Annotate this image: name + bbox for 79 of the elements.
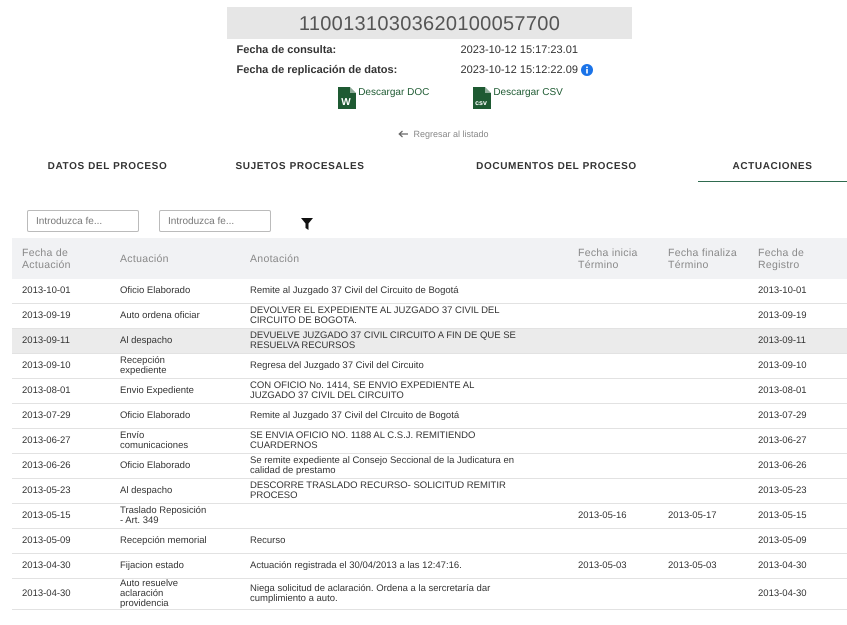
- info-value: 2023-10-12 15:12:22.09: [460, 64, 578, 76]
- table-cell: Actuación registrada el 30/04/2013 a las 12:47:16.: [250, 560, 462, 571]
- back-link[interactable]: Regresar al listado: [413, 129, 489, 139]
- table-cell: Se remite expediente al Consejo Seccional de la Judicatura en calidad de prestamo: [250, 455, 514, 476]
- table-cell: 2013-10-01: [22, 285, 71, 296]
- column-header: Fecha finaliza Término: [658, 238, 748, 279]
- table-cell: 2013-09-19: [22, 310, 71, 321]
- table-cell: 2013-08-01: [22, 385, 71, 396]
- table-cell: 2013-05-03: [668, 560, 717, 571]
- table-cell: 2013-05-23: [22, 485, 71, 496]
- download-link[interactable]: Descargar DOC: [358, 87, 430, 98]
- table-cell: Recurso: [250, 535, 286, 546]
- table-cell: 2013-06-27: [758, 435, 807, 446]
- table-cell: Oficio Elaborado: [120, 410, 190, 421]
- table-cell: Remite al Juzgado 37 Civil del Circuito de Bogotá: [250, 285, 459, 296]
- table-cell: Regresa del Juzgado 37 Civil del Circuito: [250, 360, 424, 371]
- table-cell: Traslado Reposición - Art. 349: [120, 505, 206, 526]
- date-filter-field[interactable]: Introduzca fe...: [159, 210, 271, 232]
- column-header: Fecha inicia Término: [568, 238, 658, 279]
- table-cell: 2013-05-09: [758, 535, 807, 546]
- word-file-icon[interactable]: W: [336, 87, 356, 109]
- table-cell: Oficio Elaborado: [120, 285, 190, 296]
- table-cell: DEVUELVE JUZGADO 37 CIVIL CIRCUITO A FIN DE QUE SE RESUELVA RECURSOS: [250, 330, 516, 351]
- process-number: 11001310303620100057700: [227, 7, 632, 39]
- table-cell: 2013-05-16: [578, 510, 627, 521]
- table-cell: Niega solicitud de aclaración. Ordena a la sercretaría dar cumplimiento a auto.: [250, 583, 490, 604]
- table-cell: DEVOLVER EL EXPEDIENTE AL JUZGADO 37 CIVIL DEL CIRCUITO DE BOGOTA.: [250, 305, 500, 326]
- table-cell: 2013-04-30: [22, 588, 71, 599]
- table-cell: 2013-09-10: [758, 360, 807, 371]
- table-cell: 2013-04-30: [758, 588, 807, 599]
- column-header: Fecha de Actuación: [12, 238, 110, 279]
- table-cell: 2013-09-10: [22, 360, 71, 371]
- table-cell: 2013-04-30: [758, 560, 807, 571]
- table-cell: SE ENVIA OFICIO NO. 1188 AL C.S.J. REMITIENDO CUARDERNOS: [250, 430, 476, 451]
- table-cell: Al despacho: [120, 485, 172, 496]
- table-cell: Oficio Elaborado: [120, 460, 190, 471]
- table-cell: Recepción expediente: [120, 355, 166, 376]
- table-cell: Recepción memorial: [120, 535, 207, 546]
- table-cell: Envío comunicaciones: [120, 430, 188, 451]
- table-cell: 2013-05-23: [758, 485, 807, 496]
- tab[interactable]: ACTUACIONES: [698, 161, 847, 182]
- table-cell: 2013-06-26: [758, 460, 807, 471]
- filter-icon[interactable]: [301, 218, 313, 230]
- table-cell: Fijacion estado: [120, 560, 184, 571]
- column-header: Anotación: [240, 238, 568, 279]
- tab[interactable]: DOCUMENTOS DEL PROCESO: [415, 161, 698, 182]
- table-cell: DESCORRE TRASLADO RECURSO- SOLICITUD REMITIR PROCESO: [250, 480, 506, 501]
- table-cell: 2013-05-15: [758, 510, 807, 521]
- info-value: 2023-10-12 15:17:23.01: [460, 44, 578, 56]
- table-cell: 2013-05-03: [578, 560, 627, 571]
- table-cell: Remite al Juzgado 37 Civil del CIrcuito de Bogotá: [250, 410, 460, 421]
- table-cell: 2013-05-09: [22, 535, 71, 546]
- download-link[interactable]: Descargar CSV: [493, 87, 563, 98]
- back-arrow-icon[interactable]: [398, 130, 408, 138]
- table-cell: 2013-08-01: [758, 385, 807, 396]
- table-cell: 2013-07-29: [22, 410, 71, 421]
- table-cell: 2013-09-19: [758, 310, 807, 321]
- table-cell: CON OFICIO No. 1414, SE ENVIO EXPEDIENTE AL JUZGADO 37 CIVIL DEL CIRCUITO: [250, 380, 474, 401]
- table-cell: 2013-06-27: [22, 435, 71, 446]
- column-header: Fecha de Registro: [748, 238, 847, 279]
- table-cell: 2013-06-26: [22, 460, 71, 471]
- date-filter-field[interactable]: Introduzca fe...: [27, 210, 139, 232]
- column-header: Actuación: [110, 238, 240, 279]
- table-cell: Auto ordena oficiar: [120, 310, 200, 321]
- tab[interactable]: DATOS DEL PROCESO: [30, 161, 185, 182]
- table-cell: 2013-09-11: [22, 335, 70, 346]
- table-cell: 2013-07-29: [758, 410, 807, 421]
- info-label: Fecha de consulta:: [236, 44, 338, 56]
- table-cell: 2013-09-11: [758, 335, 806, 346]
- table-cell: Envio Expediente: [120, 385, 194, 396]
- table-cell: 2013-05-17: [668, 510, 717, 521]
- table-cell: Auto resuelve aclaración providencia: [120, 578, 178, 609]
- info-label: Fecha de replicación de datos:: [236, 64, 398, 76]
- table-cell: Al despacho: [120, 335, 172, 346]
- table-cell: 2013-04-30: [22, 560, 71, 571]
- table-cell: 2013-05-15: [22, 510, 71, 521]
- info-icon[interactable]: [580, 64, 593, 76]
- table-cell: 2013-10-01: [758, 285, 807, 296]
- tab[interactable]: SUJETOS PROCESALES: [185, 161, 415, 182]
